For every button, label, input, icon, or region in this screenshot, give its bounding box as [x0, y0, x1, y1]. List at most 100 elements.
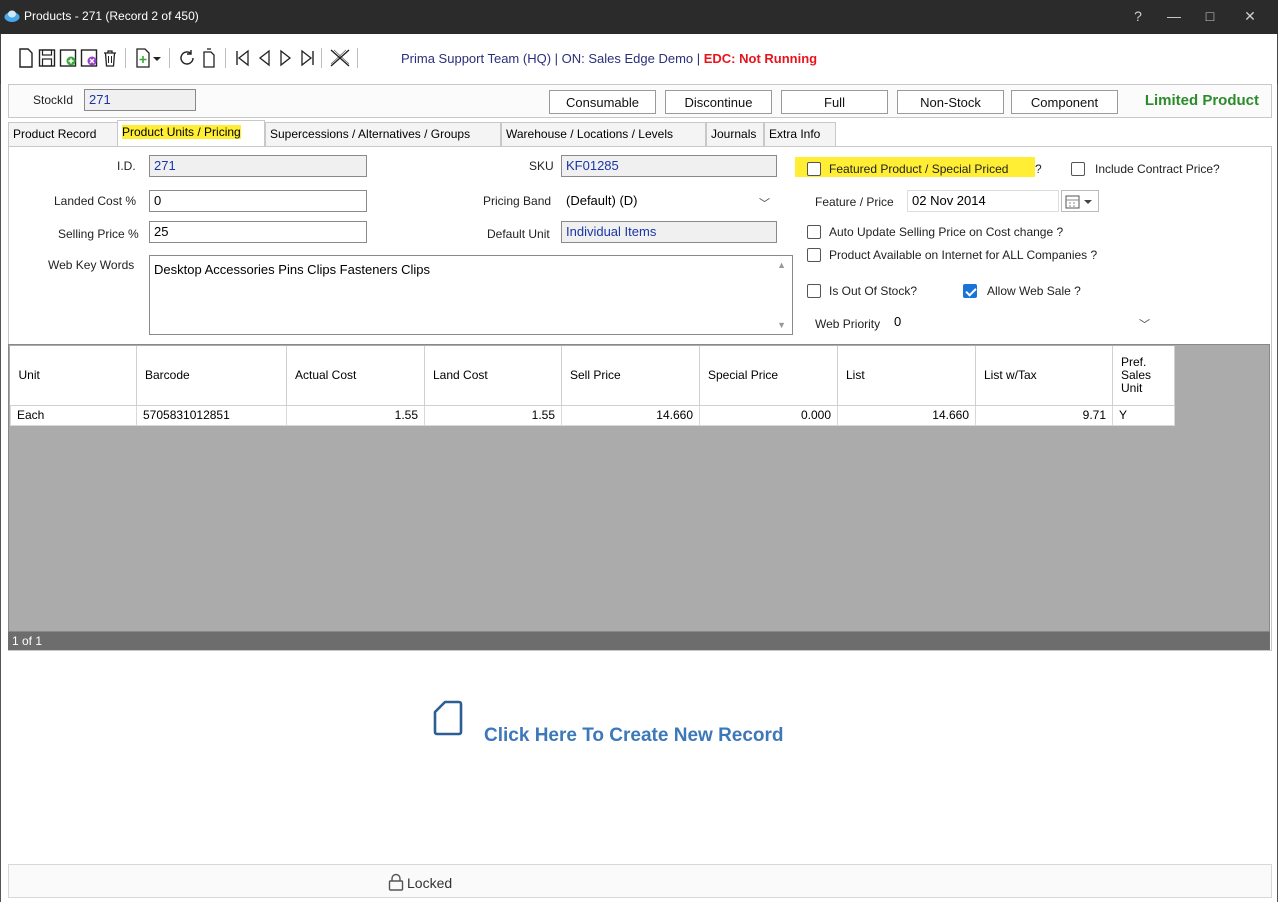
cell-actual-cost[interactable]: 1.55 [286, 404, 425, 426]
allow-web-sale-label: Allow Web Sale ? [987, 284, 1081, 298]
default-unit-field[interactable]: Individual Items [561, 221, 777, 243]
component-button[interactable]: Component [1011, 90, 1118, 114]
tab-supercessions[interactable]: Supercessions / Alternatives / Groups [265, 122, 501, 146]
web-key-words-label: Web Key Words [48, 258, 135, 272]
close-button[interactable]: ✕ [1240, 8, 1260, 26]
id-label: I.D. [117, 159, 136, 173]
landed-cost-label: Landed Cost % [54, 194, 137, 208]
col-actual-cost[interactable]: Actual Cost [286, 346, 425, 406]
units-table: Unit Barcode Actual Cost Land Cost Sell … [10, 346, 1175, 426]
col-list-w-tax[interactable]: List w/Tax [975, 346, 1113, 406]
web-priority-label: Web Priority [815, 317, 881, 331]
tab-product-units-pricing[interactable]: Product Units / Pricing [117, 120, 265, 146]
col-list[interactable]: List [837, 346, 976, 406]
stockid-label: StockId [33, 93, 74, 107]
full-button[interactable]: Full [781, 90, 888, 114]
col-land-cost[interactable]: Land Cost [424, 346, 562, 406]
help-button[interactable]: ? [1128, 8, 1148, 26]
allow-web-sale-checkbox[interactable] [963, 284, 977, 298]
table-row[interactable]: Each 5705831012851 1.55 1.55 14.660 0.00… [10, 404, 1175, 426]
cell-list[interactable]: 14.660 [837, 404, 976, 426]
lock-icon [388, 873, 404, 891]
default-unit-label: Default Unit [487, 227, 550, 241]
cell-pref-sales-unit[interactable]: Y [1112, 404, 1175, 426]
out-of-stock-label: Is Out Of Stock? [829, 284, 918, 298]
minimize-button[interactable]: — [1164, 8, 1184, 26]
featured-product-checkbox[interactable] [807, 162, 821, 176]
landed-cost-input[interactable]: 0 [149, 190, 367, 212]
out-of-stock-checkbox[interactable] [807, 284, 821, 298]
pricing-band-label: Pricing Band [483, 194, 552, 208]
id-field[interactable]: 271 [149, 155, 367, 177]
selling-price-input[interactable]: 25 [149, 221, 367, 243]
previous-record-icon[interactable] [255, 48, 273, 68]
create-new-record-label: Click Here To Create New Record [484, 725, 784, 746]
non-stock-button[interactable]: Non-Stock [897, 90, 1004, 114]
window-title: Products - 271 (Record 2 of 450) [24, 9, 199, 23]
featured-product-label: Featured Product / Special Priced [829, 162, 1009, 176]
sku-label: SKU [529, 159, 554, 173]
col-special-price[interactable]: Special Price [699, 346, 838, 406]
cell-land-cost[interactable]: 1.55 [424, 404, 562, 426]
calendar-picker-button[interactable] [1061, 190, 1099, 212]
chevron-down-icon: ﹀ [759, 198, 770, 210]
next-record-icon[interactable] [277, 48, 295, 68]
cell-sell-price[interactable]: 14.660 [561, 404, 700, 426]
cell-list-w-tax[interactable]: 9.71 [975, 404, 1113, 426]
tab-journals[interactable]: Journals [706, 122, 764, 146]
copy-icon[interactable] [200, 48, 218, 68]
col-barcode[interactable]: Barcode [136, 346, 287, 406]
include-contract-price-checkbox[interactable] [1071, 162, 1085, 176]
toolbar: Prima Support Team (HQ) | ON: Sales Edge… [0, 34, 1278, 84]
first-record-icon[interactable] [233, 48, 251, 68]
save-close-icon[interactable] [80, 48, 98, 68]
lock-label: Locked [407, 875, 453, 891]
grid-header-row: Unit Barcode Actual Cost Land Cost Sell … [10, 346, 1175, 406]
featured-product-suffix: ? [1035, 162, 1042, 176]
pricing-band-value: (Default) (D) [566, 193, 638, 208]
col-sell-price[interactable]: Sell Price [561, 346, 700, 406]
close-form-icon[interactable] [328, 48, 352, 68]
cell-special-price[interactable]: 0.000 [699, 404, 838, 426]
save-icon[interactable] [38, 48, 56, 68]
feature-price-date[interactable]: 02 Nov 2014 [907, 190, 1059, 212]
tab-extra-info[interactable]: Extra Info [764, 122, 836, 146]
tab-product-record[interactable]: Product Record [8, 122, 118, 146]
chevron-down-icon: ﹀ [1139, 319, 1150, 331]
available-on-internet-checkbox[interactable] [807, 248, 821, 262]
chevron-down-icon[interactable] [151, 48, 163, 68]
discontinue-button[interactable]: Discontinue [665, 90, 772, 114]
grid-pager: 1 of 1 [8, 632, 1270, 650]
scroll-up-icon[interactable]: ▲ [777, 260, 786, 270]
tab-product-units-pricing-label: Product Units / Pricing [122, 125, 241, 139]
maximize-button[interactable]: □ [1200, 8, 1220, 26]
sku-field[interactable]: KF01285 [561, 155, 777, 177]
stockid-field[interactable]: 271 [84, 89, 196, 111]
web-priority-select[interactable]: 0 ﹀ [889, 311, 1157, 333]
refresh-icon[interactable] [178, 48, 196, 68]
save-new-icon[interactable] [59, 48, 77, 68]
last-record-icon[interactable] [299, 48, 317, 68]
delete-icon[interactable] [101, 48, 119, 68]
col-pref-sales-unit[interactable]: Pref. Sales Unit [1112, 346, 1175, 406]
add-dropdown-icon[interactable] [134, 48, 152, 68]
title-bar: Products - 271 (Record 2 of 450) ? — □ ✕ [0, 0, 1278, 34]
tab-strip: Product Record Product Units / Pricing S… [8, 120, 1272, 146]
context-prefix: Prima Support Team (HQ) | ON: Sales Edge… [401, 51, 704, 66]
scroll-down-icon[interactable]: ▼ [777, 320, 786, 330]
pricing-band-select[interactable]: (Default) (D) ﹀ [561, 190, 777, 212]
tab-warehouse[interactable]: Warehouse / Locations / Levels [501, 122, 706, 146]
auto-update-selling-price-checkbox[interactable] [807, 225, 821, 239]
calendar-icon [1065, 195, 1092, 209]
selling-price-label: Selling Price % [58, 227, 139, 241]
new-icon[interactable] [17, 48, 35, 68]
include-contract-price-label: Include Contract Price? [1095, 162, 1220, 176]
new-document-icon [433, 700, 463, 736]
cell-unit[interactable]: Each [10, 404, 137, 426]
col-unit[interactable]: Unit [10, 346, 137, 406]
cell-barcode[interactable]: 5705831012851 [136, 404, 287, 426]
web-key-words-input[interactable]: Desktop Accessories Pins Clips Fasteners… [149, 255, 793, 335]
auto-update-selling-price-label: Auto Update Selling Price on Cost change… [829, 225, 1064, 239]
consumable-button[interactable]: Consumable [549, 90, 656, 114]
context-status: Prima Support Team (HQ) | ON: Sales Edge… [401, 51, 817, 66]
